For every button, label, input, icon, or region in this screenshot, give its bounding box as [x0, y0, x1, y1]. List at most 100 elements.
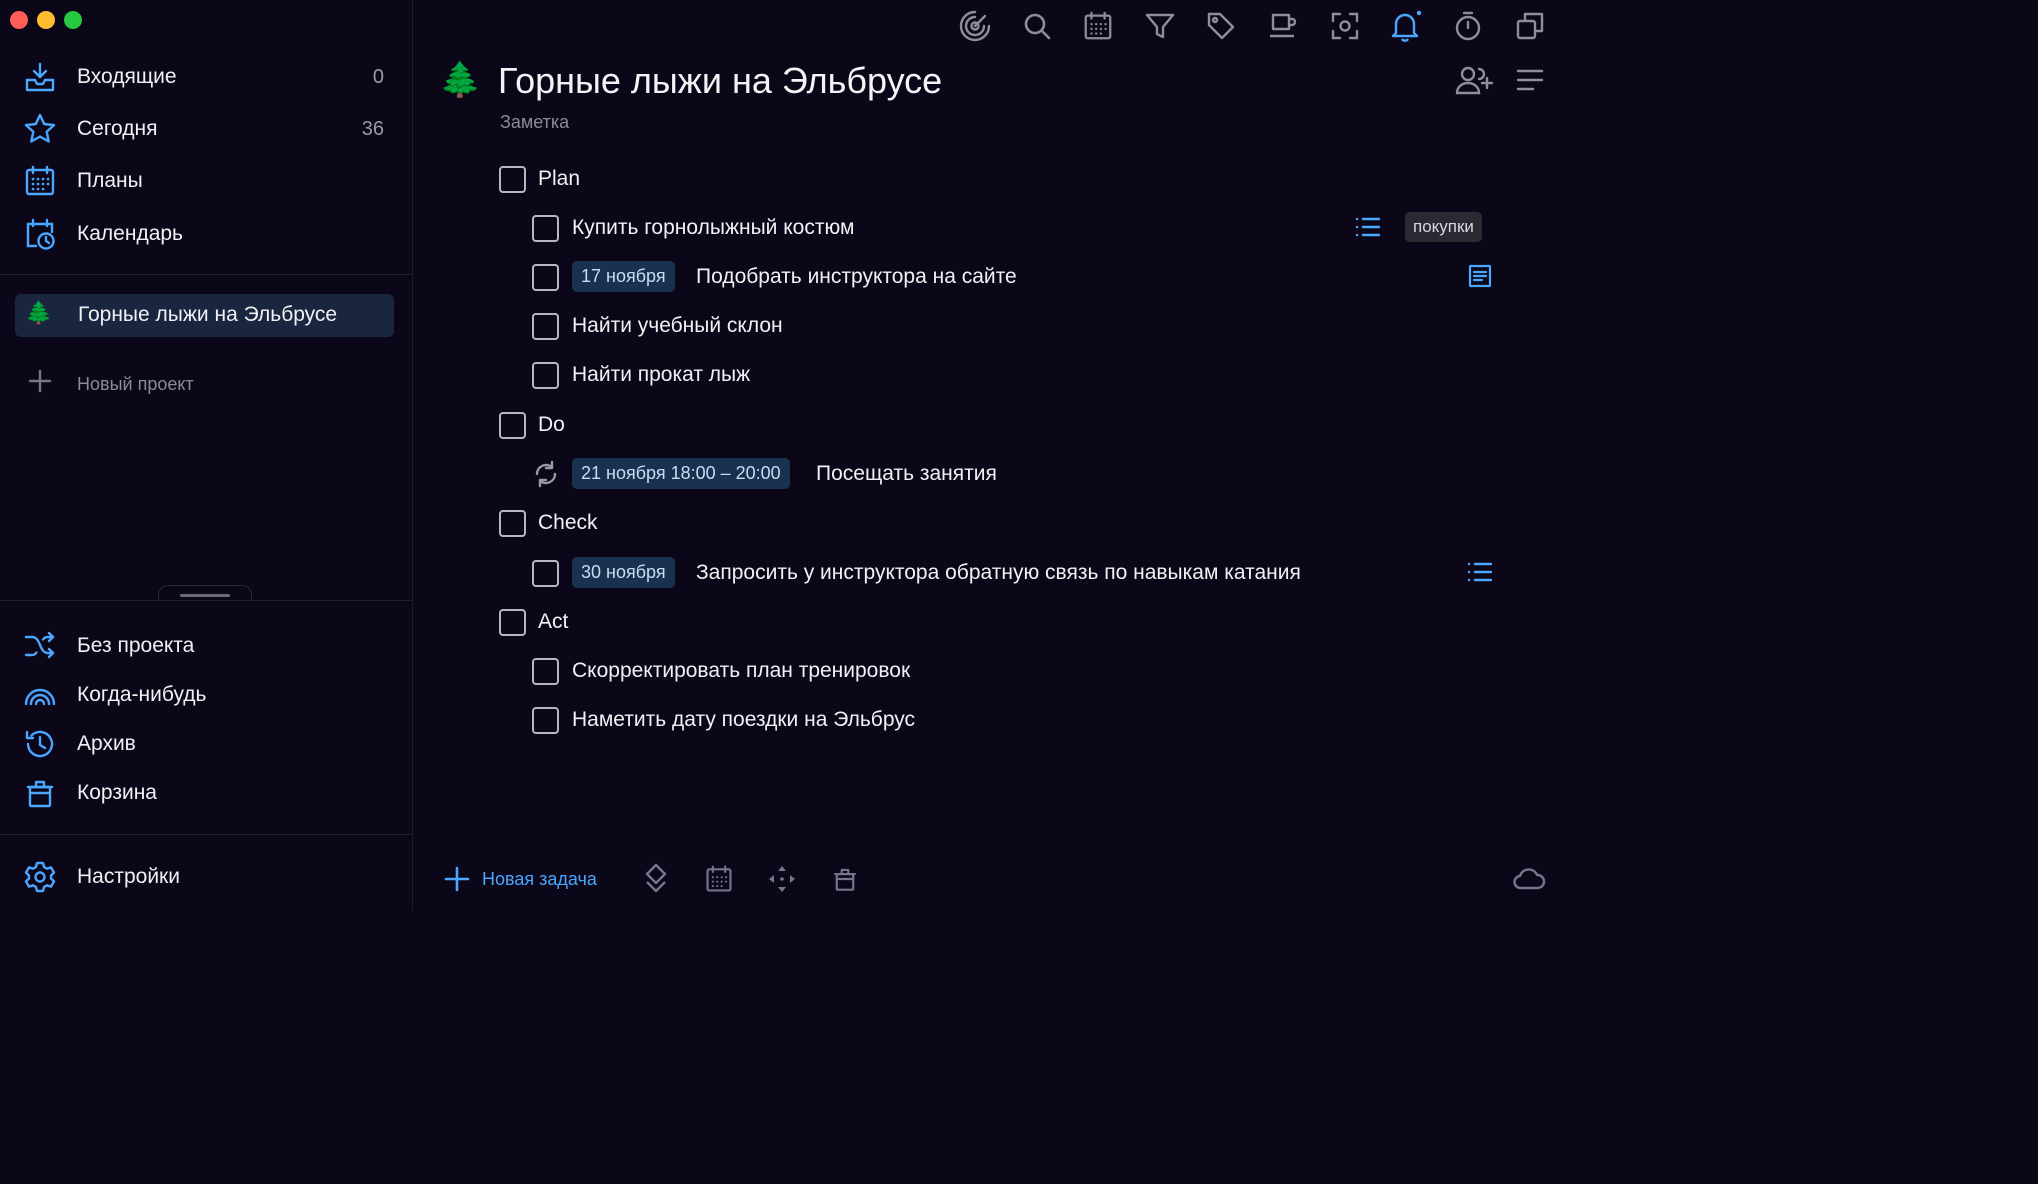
rainbow-icon: [22, 677, 58, 713]
checklist-icon[interactable]: [1464, 556, 1496, 588]
project-emoji: 🌲: [439, 61, 482, 99]
main-pane: 🌲 Горные лыжи на Эльбрусе Заметка Plan К…: [414, 0, 1568, 911]
minimize-window-button[interactable]: [37, 11, 55, 29]
task-checkbox[interactable]: [532, 707, 559, 734]
task-checkbox[interactable]: [499, 609, 526, 636]
tag-chip[interactable]: покупки: [1405, 212, 1482, 242]
calendar-icon[interactable]: [701, 861, 737, 897]
history-icon: [22, 726, 58, 762]
task-title[interactable]: Найти прокат лыж: [572, 363, 750, 387]
plus-icon: [28, 369, 52, 393]
inbox-icon: [22, 59, 58, 95]
task-checkbox[interactable]: [532, 362, 559, 389]
sidebar-item-label: Архив: [77, 732, 136, 755]
repeat-icon[interactable]: [531, 459, 561, 489]
task-title[interactable]: Скорректировать план тренировок: [572, 659, 910, 683]
task-title[interactable]: Подобрать инструктора на сайте: [696, 265, 1017, 289]
project-emoji: 🌲: [25, 300, 53, 325]
checklist-icon[interactable]: [1352, 211, 1384, 243]
copy-icon[interactable]: [1510, 6, 1550, 46]
task-checkbox[interactable]: [499, 166, 526, 193]
task-heading[interactable]: Check: [538, 511, 598, 535]
task-title[interactable]: Купить горнолыжный костюм: [572, 216, 854, 240]
sidebar-item-today[interactable]: Сегодня 36: [0, 105, 413, 153]
page-subtitle[interactable]: Заметка: [500, 112, 569, 133]
filter-icon[interactable]: [1140, 6, 1180, 46]
new-project-button[interactable]: Новый проект: [0, 363, 413, 403]
plus-icon: [444, 866, 470, 892]
move-icon[interactable]: [764, 861, 800, 897]
bell-icon[interactable]: [1386, 6, 1426, 46]
sidebar-item-label: Без проекта: [77, 634, 195, 657]
bottom-toolbar: Новая задача: [414, 855, 1568, 905]
sidebar-item-label: Календарь: [77, 222, 183, 245]
add-user-icon[interactable]: [1454, 62, 1494, 98]
menu-icon[interactable]: [1510, 62, 1550, 98]
task-checkbox[interactable]: [532, 560, 559, 587]
sidebar-item-label: Настройки: [77, 865, 180, 888]
task-title[interactable]: Запросить у инструктора обратную связь п…: [696, 561, 1301, 585]
sidebar-divider: [0, 274, 412, 275]
task-row: Наметить дату поездки на Эльбрус: [414, 701, 1544, 741]
task-heading[interactable]: Plan: [538, 167, 580, 191]
trash-icon: [22, 775, 58, 811]
task-title[interactable]: Наметить дату поездки на Эльбрус: [572, 708, 915, 732]
task-heading-row: Do: [414, 406, 1544, 446]
calendar-icon[interactable]: [1078, 6, 1118, 46]
date-chip[interactable]: 21 ноября 18:00 – 20:00: [572, 458, 790, 489]
task-heading[interactable]: Do: [538, 413, 565, 437]
sidebar-item-label: Корзина: [77, 781, 157, 804]
task-row: Купить горнолыжный костюм покупки: [414, 209, 1544, 249]
note-icon[interactable]: [1464, 260, 1496, 292]
task-heading-row: Check: [414, 504, 1544, 544]
tag-icon[interactable]: [1201, 6, 1241, 46]
search-icon[interactable]: [1017, 6, 1057, 46]
task-row: 21 ноября 18:00 – 20:00 Посещать занятия: [414, 455, 1544, 495]
sidebar-resize-handle[interactable]: [158, 585, 252, 601]
timer-icon[interactable]: [1448, 6, 1488, 46]
task-checkbox[interactable]: [532, 658, 559, 685]
target-icon[interactable]: [955, 6, 995, 46]
task-title[interactable]: Найти учебный склон: [572, 314, 783, 338]
sidebar-project-selected[interactable]: 🌲 Горные лыжи на Эльбрусе: [15, 294, 394, 337]
calendar-grid-icon: [22, 163, 58, 199]
sidebar-item-someday[interactable]: Когда-нибудь: [0, 671, 413, 719]
close-window-button[interactable]: [10, 11, 28, 29]
sidebar-item-label: Когда-нибудь: [77, 683, 207, 706]
task-row: Скорректировать план тренировок: [414, 652, 1544, 692]
task-checkbox[interactable]: [532, 215, 559, 242]
sidebar-item-label: Сегодня: [77, 117, 158, 140]
sidebar-item-calendar[interactable]: Календарь: [0, 210, 413, 258]
sidebar-item-archive[interactable]: Архив: [0, 720, 413, 768]
zoom-window-button[interactable]: [64, 11, 82, 29]
task-row: 30 ноября Запросить у инструктора обратн…: [414, 554, 1544, 594]
sidebar-item-no-project[interactable]: Без проекта: [0, 622, 413, 670]
task-title[interactable]: Посещать занятия: [816, 462, 997, 486]
task-heading-row: Plan: [414, 160, 1544, 200]
gear-icon: [22, 859, 58, 895]
sidebar-item-plans[interactable]: Планы: [0, 157, 413, 205]
sidebar-item-settings[interactable]: Настройки: [0, 853, 413, 901]
new-task-button[interactable]: Новая задача: [444, 864, 597, 894]
task-checkbox[interactable]: [499, 510, 526, 537]
task-heading[interactable]: Act: [538, 610, 568, 634]
trash-icon[interactable]: [827, 861, 863, 897]
sidebar-item-label: Планы: [77, 169, 143, 192]
sidebar-item-inbox[interactable]: Входящие 0: [0, 53, 413, 101]
date-chip[interactable]: 17 ноября: [572, 261, 675, 292]
new-project-label: Новый проект: [77, 374, 194, 394]
task-checkbox[interactable]: [532, 264, 559, 291]
task-checkbox[interactable]: [532, 313, 559, 340]
focus-icon[interactable]: [1325, 6, 1365, 46]
page-title[interactable]: Горные лыжи на Эльбрусе: [498, 60, 942, 102]
star-icon: [22, 111, 58, 147]
task-row: Найти прокат лыж: [414, 356, 1544, 396]
task-checkbox[interactable]: [499, 412, 526, 439]
cloud-icon[interactable]: [1511, 861, 1547, 897]
calendar-clock-icon: [22, 216, 58, 252]
sidebar-item-trash[interactable]: Корзина: [0, 769, 413, 817]
priority-icon[interactable]: [638, 861, 674, 897]
coffee-icon[interactable]: [1263, 6, 1303, 46]
sidebar-item-count: 0: [372, 65, 384, 88]
date-chip[interactable]: 30 ноября: [572, 557, 675, 588]
